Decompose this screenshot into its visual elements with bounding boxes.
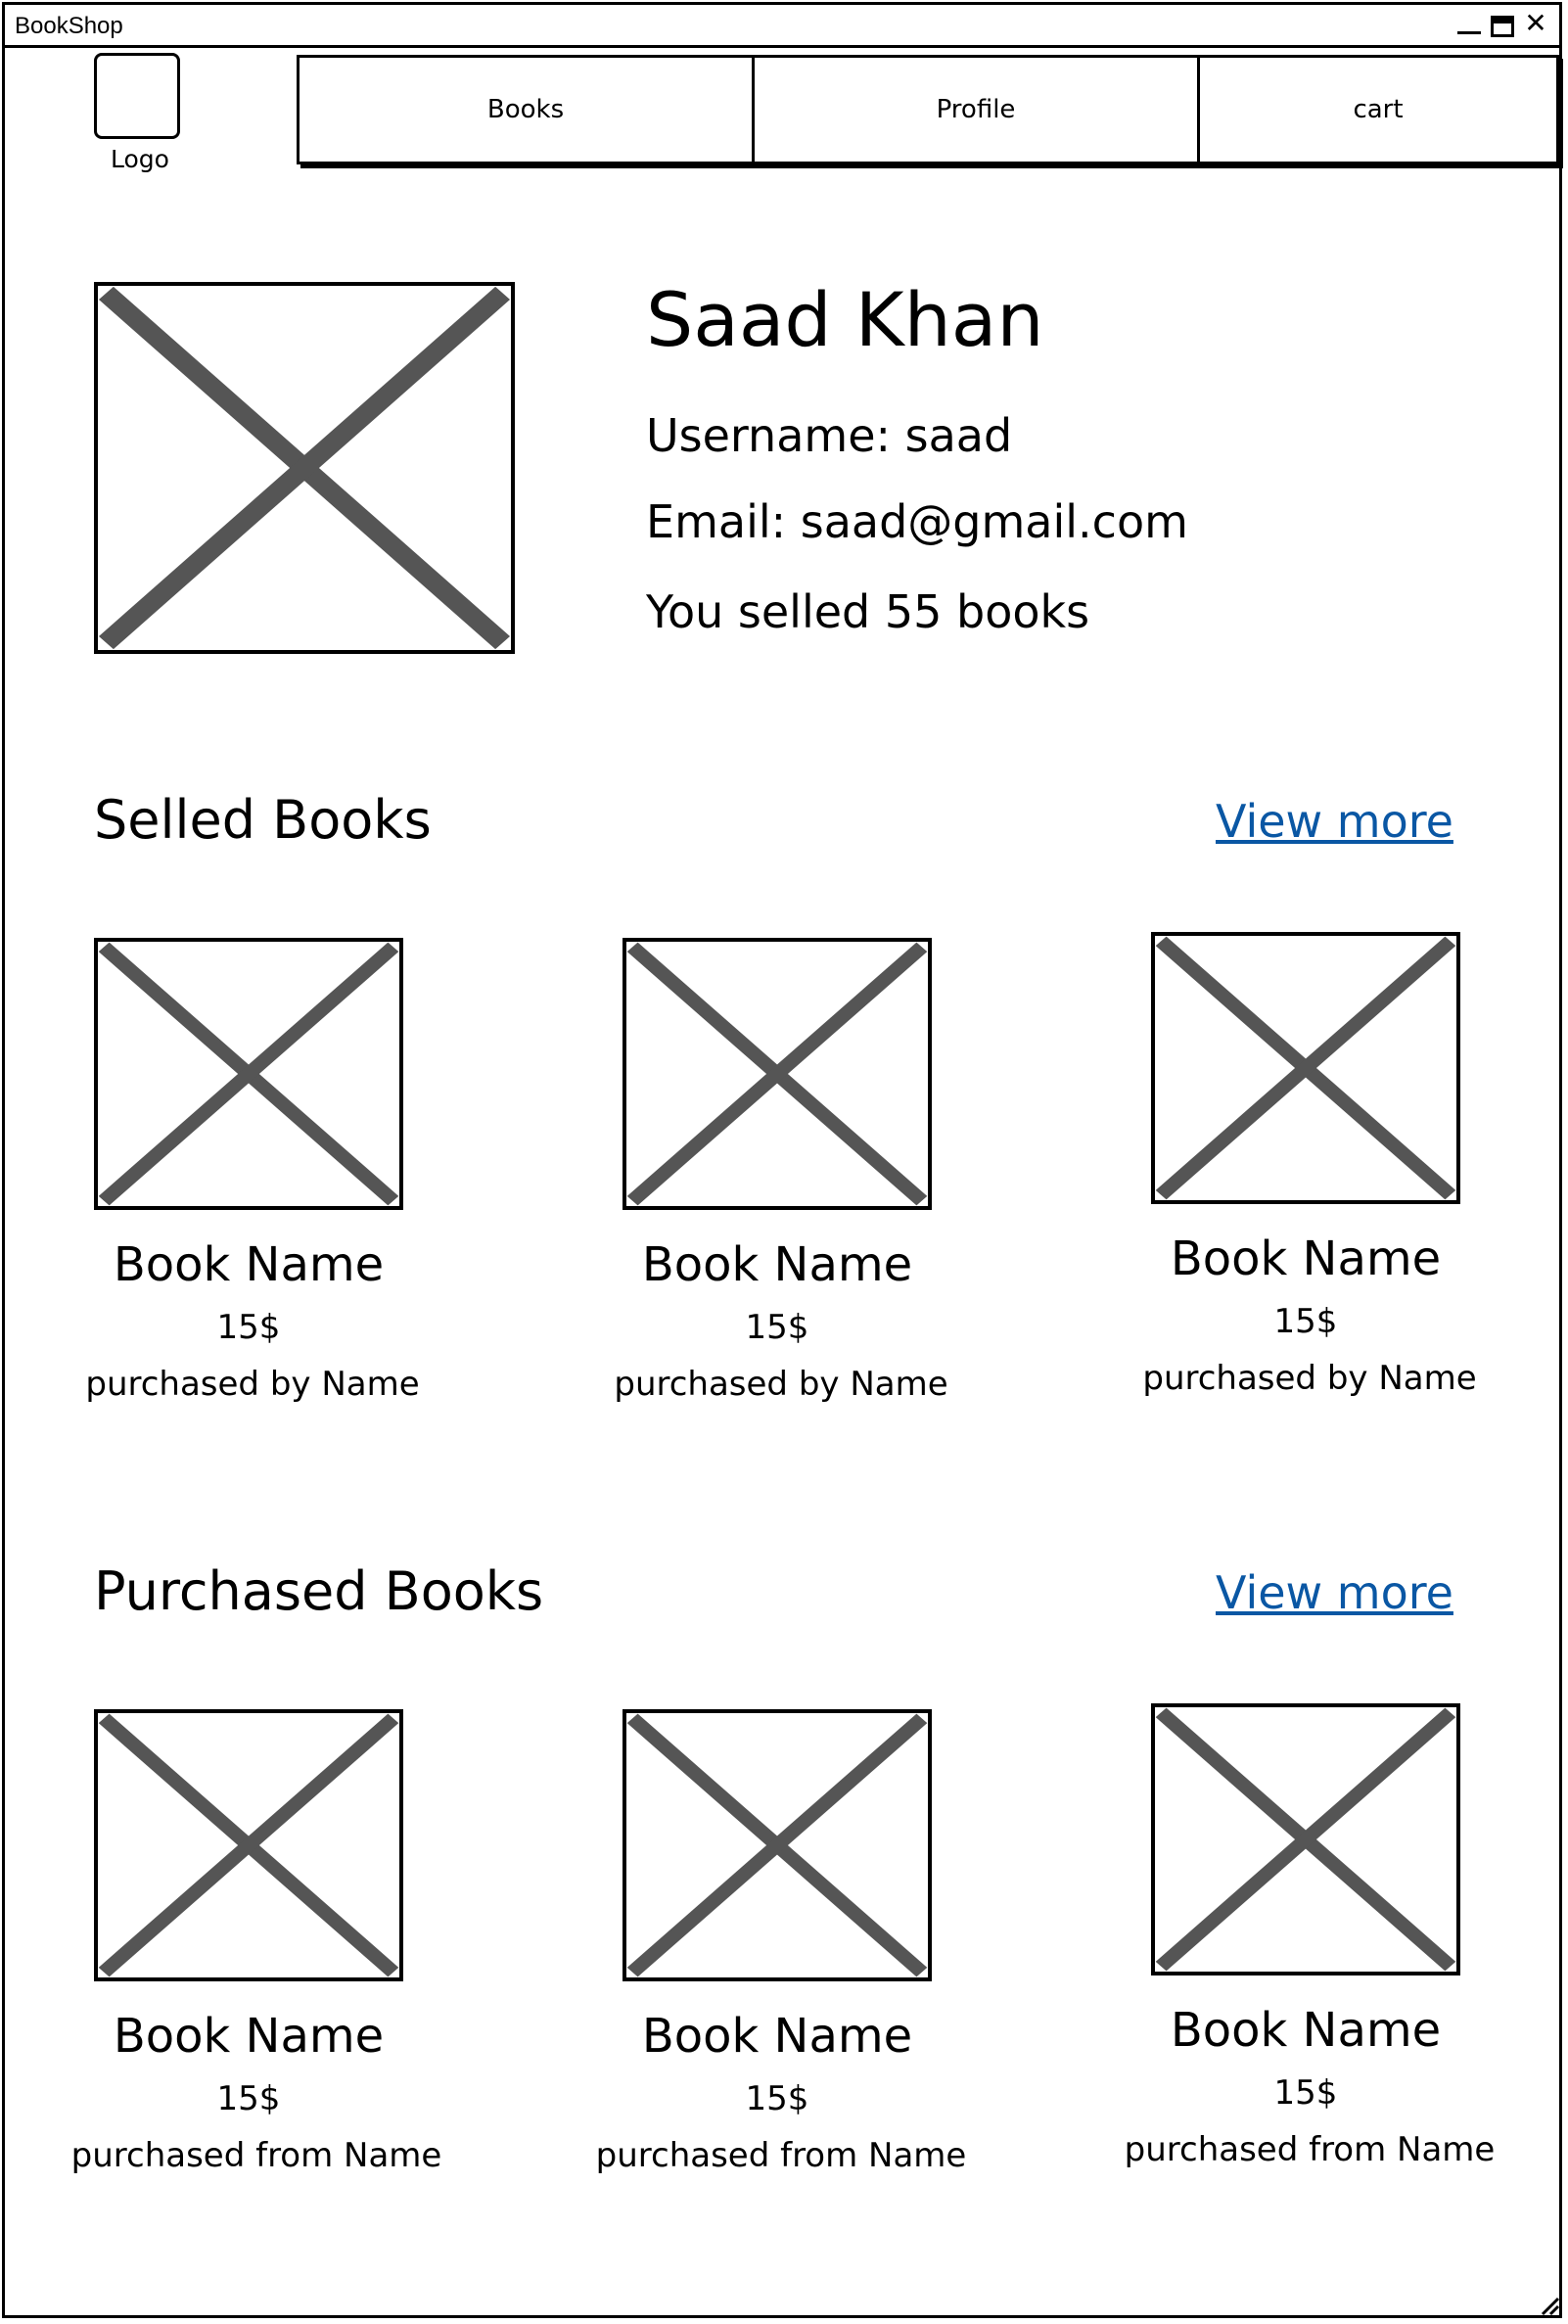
book-price: 15$: [1273, 1302, 1338, 1341]
purchased-books-heading: Purchased Books: [94, 1560, 544, 1622]
book-purchased-by: purchased by Name: [1142, 1359, 1477, 1398]
book-cover-placeholder[interactable]: [94, 938, 403, 1210]
book-purchased-from: purchased from Name: [1124, 2130, 1496, 2169]
book-name[interactable]: Book Name: [53, 1237, 444, 1292]
book-price: 15$: [745, 1308, 809, 1347]
book-name[interactable]: Book Name: [1110, 1232, 1501, 1286]
resize-grip-icon[interactable]: [1539, 2295, 1560, 2316]
book-cover-placeholder[interactable]: [1151, 932, 1460, 1204]
book-name[interactable]: Book Name: [581, 2009, 973, 2064]
top-nav: Books Profile cart: [297, 55, 1559, 164]
book-price: 15$: [1273, 2073, 1338, 2113]
nav-tab-profile[interactable]: Profile: [755, 58, 1200, 162]
book-purchased-from: purchased from Name: [595, 2136, 967, 2175]
book-purchased-by: purchased by Name: [614, 1365, 948, 1404]
window-controls: ✕: [1455, 10, 1549, 38]
logo-icon[interactable]: [94, 53, 180, 139]
book-cover-placeholder[interactable]: [94, 1709, 403, 1981]
book-name[interactable]: Book Name: [581, 1237, 973, 1292]
title-bar: BookShop ✕: [5, 5, 1559, 48]
book-price: 15$: [745, 2079, 809, 2118]
selled-books-heading: Selled Books: [94, 789, 432, 851]
close-icon[interactable]: ✕: [1522, 10, 1549, 38]
book-cover-placeholder[interactable]: [623, 938, 932, 1210]
book-name[interactable]: Book Name: [53, 2009, 444, 2064]
book-purchased-from: purchased from Name: [70, 2136, 442, 2175]
profile-username: Username: saad: [646, 409, 1013, 462]
book-cover-placeholder[interactable]: [623, 1709, 932, 1981]
maximize-icon[interactable]: [1491, 15, 1514, 37]
book-name[interactable]: Book Name: [1110, 2003, 1501, 2058]
profile-email: Email: saad@gmail.com: [646, 495, 1188, 548]
nav-tab-cart[interactable]: cart: [1200, 58, 1556, 162]
profile-name: Saad Khan: [646, 276, 1044, 363]
book-cover-placeholder[interactable]: [1151, 1703, 1460, 1975]
profile-sold-count: You selled 55 books: [646, 585, 1090, 638]
minimize-icon[interactable]: [1455, 11, 1483, 38]
logo-label: Logo: [111, 145, 169, 173]
book-price: 15$: [216, 1308, 281, 1347]
purchased-view-more-link[interactable]: View more: [1216, 1566, 1453, 1619]
book-price: 15$: [216, 2079, 281, 2118]
nav-tab-books[interactable]: Books: [300, 58, 755, 162]
book-purchased-by: purchased by Name: [85, 1365, 420, 1404]
selled-view-more-link[interactable]: View more: [1216, 795, 1453, 848]
profile-image-placeholder: [94, 282, 515, 654]
window-title: BookShop: [15, 13, 123, 39]
